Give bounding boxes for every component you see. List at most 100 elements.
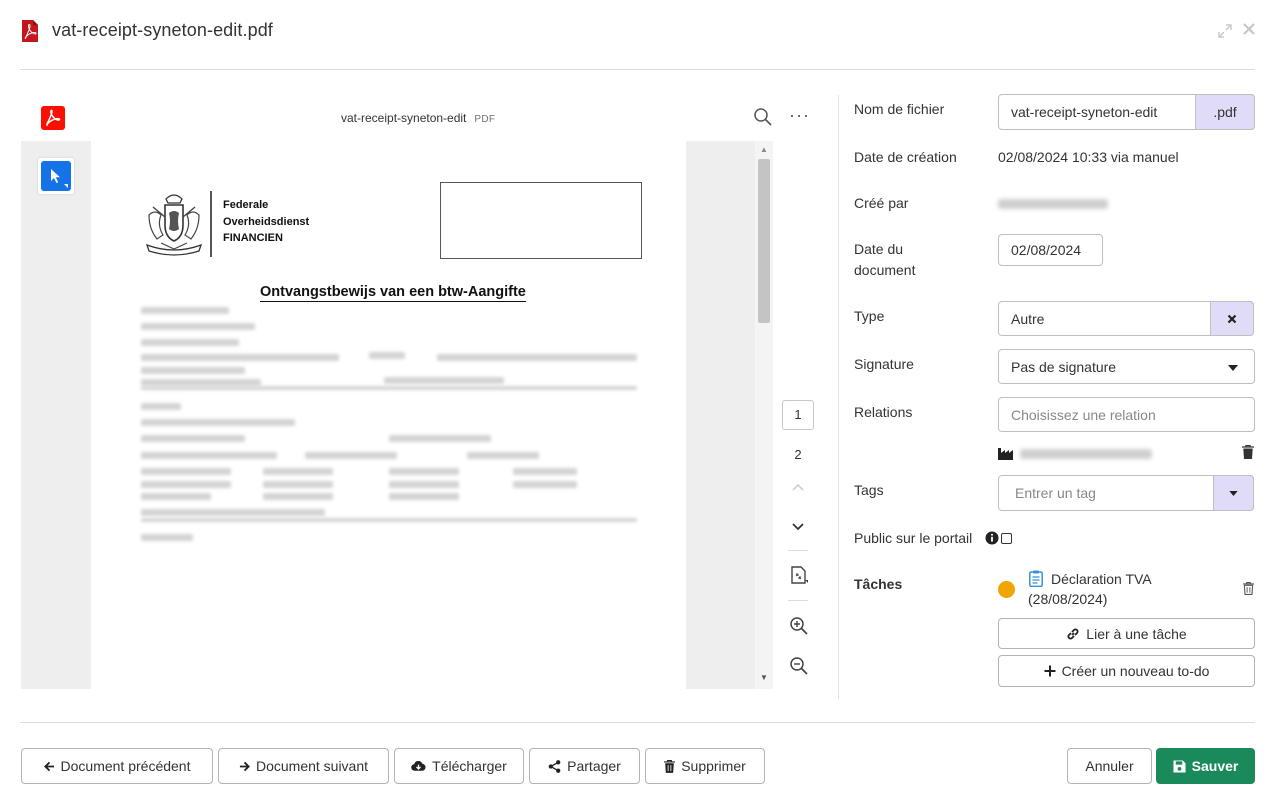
modal-header: vat-receipt-syneton-edit.pdf <box>0 0 1277 70</box>
redacted-text <box>141 419 295 426</box>
org-line-2: Overheidsdienst <box>223 215 310 228</box>
more-options-icon[interactable]: ··· <box>789 105 810 126</box>
created-date-value: 02/08/2024 10:33 via manuel <box>998 149 1179 165</box>
redacted-text <box>263 468 333 475</box>
next-document-label: Document suivant <box>255 758 369 774</box>
delete-task-icon[interactable] <box>1243 582 1254 595</box>
redacted-text <box>141 354 339 361</box>
redacted-text <box>141 323 255 330</box>
current-page-input[interactable]: 1 <box>782 400 814 430</box>
redacted-text <box>263 493 333 500</box>
download-button[interactable]: Télécharger <box>394 748 524 784</box>
link-task-button[interactable]: Lier à une tâche <box>998 618 1255 649</box>
redacted-text <box>141 386 637 390</box>
scroll-down-icon[interactable]: ▼ <box>760 673 768 682</box>
delete-button[interactable]: Supprimer <box>645 748 765 784</box>
close-icon[interactable] <box>1242 22 1256 36</box>
caret-down-icon <box>1229 490 1238 496</box>
tools-divider <box>788 550 808 551</box>
acrobat-logo-icon <box>41 106 65 130</box>
type-clear-button[interactable] <box>1210 301 1254 336</box>
type-select[interactable]: Autre <box>998 301 1254 336</box>
document-date-input[interactable]: 02/08/2024 <box>998 234 1103 266</box>
organisation-name: Federale Overheidsdienst FINANCIEN <box>223 197 309 247</box>
info-icon[interactable] <box>985 531 999 545</box>
redacted-text <box>141 339 239 346</box>
vertical-scrollbar[interactable]: ▲ ▼ <box>755 141 773 689</box>
tools-divider <box>788 600 808 601</box>
scroll-up-icon[interactable]: ▲ <box>760 145 768 154</box>
expand-icon[interactable] <box>1218 24 1232 38</box>
redacted-text <box>141 452 277 459</box>
letterhead-separator <box>210 191 212 257</box>
scrollbar-thumb[interactable] <box>758 159 770 323</box>
signature-value: Pas de signature <box>1011 358 1117 375</box>
signature-select[interactable]: Pas de signature <box>998 349 1255 384</box>
redacted-text <box>384 377 504 384</box>
tags-input[interactable]: Entrer un tag <box>998 475 1254 511</box>
pdf-page: Federale Overheidsdienst FINANCIEN Ontva… <box>91 141 686 689</box>
save-button[interactable]: Sauver <box>1156 748 1255 784</box>
redacted-text <box>513 468 577 475</box>
select-tool-button[interactable] <box>38 158 74 194</box>
redacted-text <box>141 435 245 442</box>
zoom-in-icon[interactable] <box>789 616 809 636</box>
redacted-text <box>437 354 637 361</box>
tags-placeholder: Entrer un tag <box>1015 485 1096 501</box>
redacted-text <box>369 352 405 359</box>
redacted-text <box>389 493 459 500</box>
task-title[interactable]: Déclaration TVA <box>1051 571 1152 587</box>
viewer-file-name: vat-receipt-syneton-edit PDF <box>341 111 495 125</box>
header-divider <box>20 69 1255 70</box>
pdf-file-icon <box>22 20 38 42</box>
relations-placeholder: Choisissez une relation <box>1011 406 1156 423</box>
redacted-text <box>513 481 577 488</box>
redacted-text <box>141 379 261 386</box>
share-button[interactable]: Partager <box>529 748 640 784</box>
relations-input[interactable]: Choisissez une relation <box>998 397 1255 432</box>
fit-page-icon[interactable] <box>789 565 809 585</box>
zoom-out-icon[interactable] <box>789 656 809 676</box>
clipboard-task-icon <box>1029 570 1043 587</box>
previous-document-button[interactable]: Document précédent <box>21 748 213 784</box>
redacted-text <box>467 452 539 459</box>
cloud-download-icon <box>411 761 426 771</box>
link-icon <box>1067 628 1079 639</box>
document-date-label: Date du document <box>854 239 915 281</box>
relation-name-redacted <box>1020 449 1152 459</box>
redacted-text <box>141 518 637 522</box>
total-pages: 2 <box>794 447 802 462</box>
public-portal-checkbox[interactable] <box>1001 533 1012 544</box>
redacted-text <box>141 307 229 314</box>
delete-relation-icon[interactable] <box>1242 445 1254 459</box>
cancel-button[interactable]: Annuler <box>1067 748 1152 784</box>
filename-input[interactable]: vat-receipt-syneton-edit .pdf <box>998 94 1255 130</box>
caret-down-icon <box>1228 365 1238 371</box>
save-label: Sauver <box>1191 758 1239 774</box>
viewer-file-name-text: vat-receipt-syneton-edit <box>341 111 467 125</box>
floppy-disk-icon <box>1173 759 1186 773</box>
cancel-label: Annuler <box>1085 758 1134 774</box>
filename-value: vat-receipt-syneton-edit <box>1011 104 1158 120</box>
create-todo-label: Créer un nouveau to-do <box>1061 663 1210 679</box>
next-page-icon[interactable] <box>790 519 806 535</box>
pdf-canvas[interactable]: Federale Overheidsdienst FINANCIEN Ontva… <box>21 141 773 689</box>
tags-dropdown-button[interactable] <box>1213 475 1254 511</box>
redacted-text <box>389 468 459 475</box>
trash-icon <box>664 759 676 773</box>
redacted-text <box>141 534 193 541</box>
create-todo-button[interactable]: Créer un nouveau to-do <box>998 655 1255 687</box>
next-document-button[interactable]: Document suivant <box>218 748 389 784</box>
tasks-label: Tâches <box>854 576 903 592</box>
document-date-value: 02/08/2024 <box>1011 242 1082 258</box>
search-icon[interactable] <box>753 107 773 127</box>
task-status-dot <box>998 581 1015 598</box>
share-label: Partager <box>567 758 621 774</box>
belgian-coat-of-arms-icon <box>145 194 203 256</box>
redacted-text <box>141 481 231 488</box>
previous-page-icon[interactable] <box>790 479 806 495</box>
document-date-label-line-1: Date du <box>854 241 904 257</box>
org-line-3: FINANCIEN <box>223 232 283 244</box>
share-icon <box>548 759 561 773</box>
document-date-label-line-2: document <box>854 262 916 278</box>
